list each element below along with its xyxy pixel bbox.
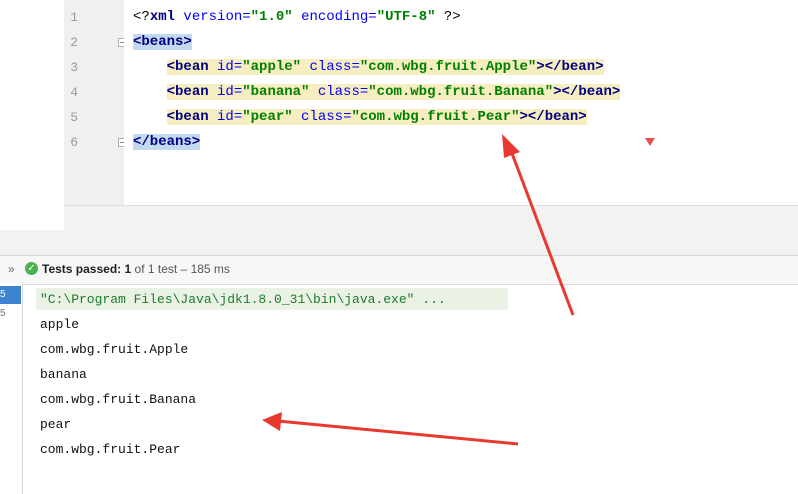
- annotation-arrow-left: [262, 412, 519, 446]
- annotation-arrow-up: [502, 134, 575, 316]
- annotation-arrows: [262, 134, 575, 446]
